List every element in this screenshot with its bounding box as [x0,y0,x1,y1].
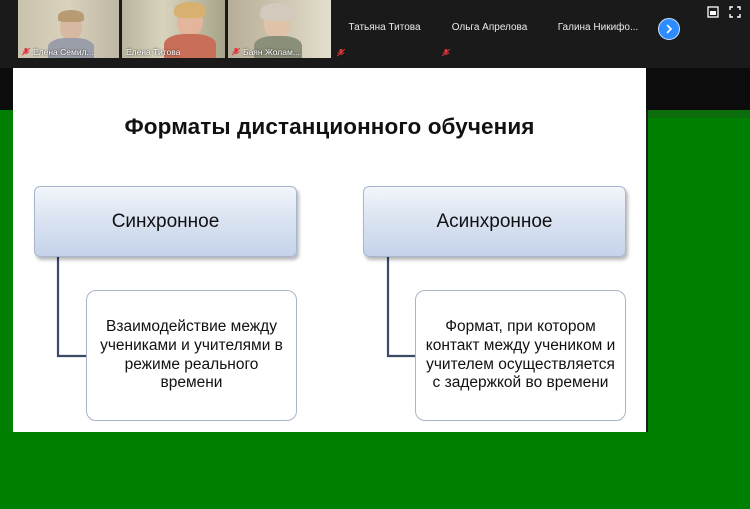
participant-name: Галина Никифо... [557,22,639,33]
fullscreen-icon[interactable] [729,6,741,18]
muted-mic-icon [442,49,450,57]
participant-name-tile[interactable]: Ольга Апрелова [438,0,541,58]
screen-share-background [648,110,750,118]
format-heading-asynchronous: Асинхронное [363,186,626,257]
participant-strip: Елена Семил... Елена Титова Баян Жолам..… [0,0,750,68]
muted-mic-icon [232,48,240,56]
screen-share-background [0,432,750,509]
participant-name: Елена Семил... [33,47,94,57]
next-participants-button[interactable] [658,18,680,40]
participant-name-tile[interactable]: Татьяна Титова [333,0,436,58]
participant-video-tile[interactable]: Елена Семил... [18,0,119,58]
participant-name: Татьяна Титова [348,22,421,33]
participant-video-tile-active[interactable]: Елена Титова [122,0,225,58]
format-heading-synchronous: Синхронное [34,186,297,257]
participant-name: Ольга Апрелова [451,22,528,33]
minimize-icon[interactable] [707,6,719,18]
participant-name: Баян Жолам... [243,47,300,57]
shared-slide: Форматы дистанционного обучения Синхронн… [13,68,646,432]
participant-name-tile[interactable]: Галина Никифо... [543,0,653,58]
participant-video-tile[interactable]: Баян Жолам... [228,0,331,58]
format-description-synchronous: Взаимодействие между учениками и учителя… [86,290,297,421]
participant-name: Елена Титова [126,47,181,57]
slide-title: Форматы дистанционного обучения [124,114,535,139]
muted-mic-icon [337,49,345,57]
muted-mic-icon [22,48,30,56]
chevron-right-icon [666,24,673,34]
format-description-asynchronous: Формат, при котором контакт между ученик… [415,290,626,421]
